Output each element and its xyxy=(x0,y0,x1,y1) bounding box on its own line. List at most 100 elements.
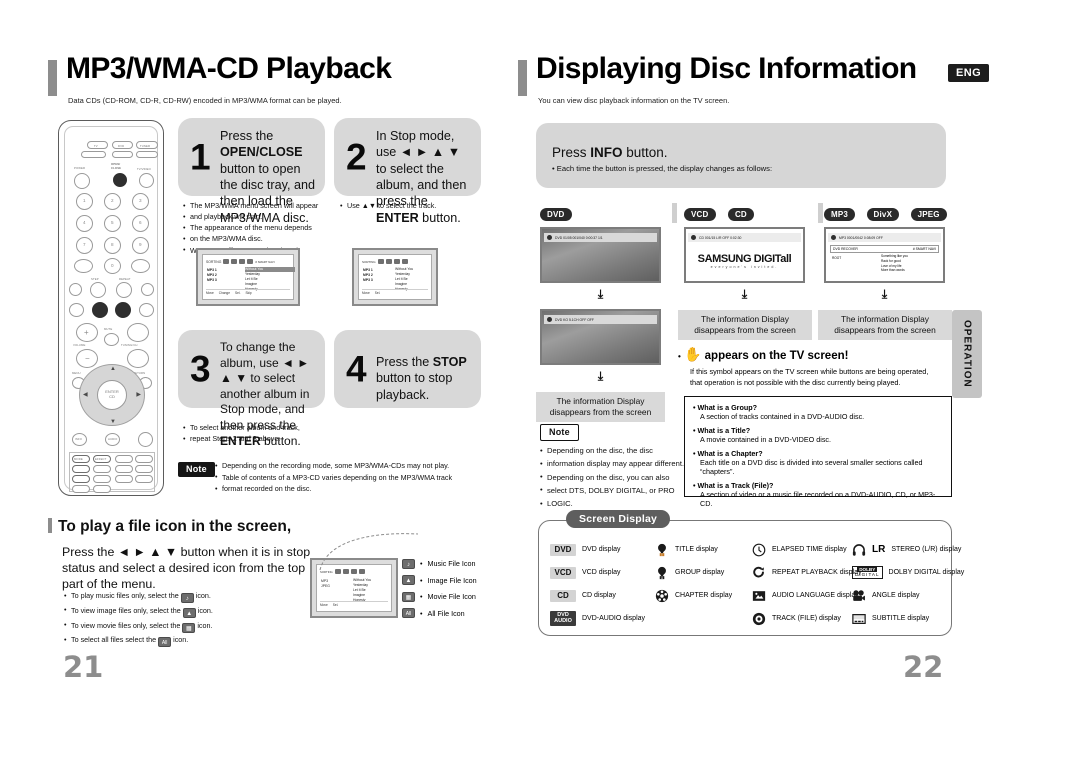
sd-label: REPEAT PLAYBACK display xyxy=(772,569,862,576)
remote-num-9: 9 xyxy=(139,242,142,247)
file-icon-bullets: To play music files only, select the ♪ i… xyxy=(64,589,314,648)
column-divider-2 xyxy=(818,203,823,223)
page-number-left: 21 xyxy=(63,650,104,684)
osd-dot-icon xyxy=(831,235,836,240)
list-item: Use ▲▼ to select the track. xyxy=(340,199,485,211)
step-4-text-b: button to stop playback. xyxy=(376,371,453,402)
step-4-number: 4 xyxy=(346,348,367,390)
title-icon: T xyxy=(655,543,669,557)
sd-row: REPEAT PLAYBACK display xyxy=(752,561,861,584)
remote-key-step xyxy=(90,282,106,298)
legend-label: Image File Icon xyxy=(427,575,477,585)
menu-sort-label-2: SORTING xyxy=(362,259,376,264)
remote-label-dvd: DVD xyxy=(118,143,125,148)
step-2-number: 2 xyxy=(346,136,367,178)
step-4-text-a: Press the xyxy=(376,355,433,369)
screen-display-column-2: T TITLE display G GROUP display CHAPTER … xyxy=(655,538,732,607)
osd-bar-dvd-2: DVD KO 5.1CH OFF OFF xyxy=(544,315,657,324)
remote-num-7: 7 xyxy=(83,242,86,247)
clock-icon xyxy=(752,543,766,557)
sd-label: STEREO (L/R) display xyxy=(891,546,962,553)
sd-row: ELAPSED TIME display xyxy=(752,538,861,561)
list-item-cont-text: on the MP3/WMA disc. xyxy=(190,234,263,244)
step-2-bullets: Use ▲▼ to select the track. xyxy=(340,199,485,211)
legend-row: ♪ • Music File Icon xyxy=(402,558,477,570)
list-item: To play music files only, select the ♪ i… xyxy=(64,589,314,604)
sd-row: CHAPTER display xyxy=(655,584,732,607)
remote-key-adjust xyxy=(93,475,111,483)
sd-row: DVD AUDIO DVD-AUDIO display xyxy=(550,607,645,630)
remote-key-test-tone xyxy=(135,455,153,463)
remote-button-power xyxy=(74,173,90,189)
qa-item: • What is a Chapter? Each title on a DVD… xyxy=(693,449,943,476)
list-item-cont: format recorded on the disc. xyxy=(215,483,515,495)
down-arrow-dvd-2: ⤓ xyxy=(597,369,604,383)
remote-key-logic xyxy=(115,465,133,473)
bullet-post: icon. xyxy=(173,635,189,645)
mp3-path-text: DVD RECOVER xyxy=(833,247,858,251)
list-item: The appearance of the menu depends xyxy=(183,222,333,233)
menu-footer-sel: Sel. xyxy=(374,291,381,295)
step-4-text-bold: STOP xyxy=(432,355,467,369)
dvd-tag-icon: DVD xyxy=(550,543,576,556)
step-3-number: 3 xyxy=(190,348,211,390)
step-4-text: Press the STOP button to stop playback. xyxy=(376,354,473,403)
bullet-post: icon. xyxy=(197,620,213,630)
symbol-note-heading-text: appears on the TV screen! xyxy=(704,350,849,362)
remote-num-6: 6 xyxy=(139,220,142,225)
hand-symbol-icon: ✋ xyxy=(684,346,702,362)
dolby-icon: DOLBY DIGITAL xyxy=(852,565,883,580)
tv-screenshot-mp3: MP3 0001/0042 0:08:09 OFF DVD RECOVER # … xyxy=(824,227,945,283)
remote-label-step: STEP xyxy=(91,277,99,281)
sd-row: ANGLE display xyxy=(852,584,964,607)
sd-label: GROUP display xyxy=(675,569,725,576)
press-info-box: Press INFO button. • Each time the butto… xyxy=(536,123,946,188)
disc-badge-divx: DivX xyxy=(866,208,900,221)
list-item-cont-text: select DTS, DOLBY DIGITAL, or PRO xyxy=(547,485,675,495)
sd-label: TITLE display xyxy=(675,546,718,553)
header-accent-bar xyxy=(48,60,57,96)
movie-file-icon: ▦ xyxy=(402,591,415,602)
list-item-cont: repeat Steps 2 and 3 above. xyxy=(183,433,333,444)
file-icon-legend: ♪ • Music File Icon ▲ • Image File Icon ▦ • Mo… xyxy=(402,558,477,624)
headphone-icon xyxy=(852,543,866,557)
caption-dvd-line-2: disappears from the screen xyxy=(549,407,652,417)
bullet-pre: To select all files select the xyxy=(71,635,157,645)
menu-footer-change: Change xyxy=(218,291,230,295)
qa-answer: A movie contained in a DVD-VIDEO disc. xyxy=(700,435,832,444)
sd-row: DOLBY DIGITAL DOLBY DIGITAL display xyxy=(852,561,964,584)
all-file-icon: All xyxy=(402,608,415,619)
sd-row: LR STEREO (L/R) display xyxy=(852,538,964,561)
remote-key-ff xyxy=(141,283,154,296)
screen-display-title: Screen Display xyxy=(566,510,671,528)
all-file-icon xyxy=(247,259,254,264)
remote-key-dimmer2 xyxy=(115,455,133,463)
menu-format-list: MP3 JPEG xyxy=(321,579,330,589)
mp3-path-bar: DVD RECOVER # SMART NAVI xyxy=(830,245,939,253)
osd-dot-icon xyxy=(547,317,552,322)
header-accent-bar xyxy=(518,60,527,96)
remote-key-downmix xyxy=(135,465,153,473)
sd-label: CD display xyxy=(582,592,616,599)
all-file-icon: All xyxy=(158,637,172,648)
remote-num-2: 2 xyxy=(111,198,114,203)
caption-dvd-line-1: The information Display xyxy=(556,395,645,406)
remote-key-repeat xyxy=(116,282,132,298)
menu-album-list-1: MP3 1 MP3 2 MP3 3 xyxy=(207,268,217,283)
remote-num-1: 1 xyxy=(83,198,86,203)
file-icon-section-heading: To play a file icon in the screen, xyxy=(58,518,292,535)
caption-mp3-line-1: The information Display xyxy=(841,313,929,324)
list-item-cont: select DTS, DOLBY DIGITAL, or PRO xyxy=(540,483,700,497)
disc-badge-mp3: MP3 xyxy=(824,208,856,221)
remote-num-8: 8 xyxy=(111,242,114,247)
vcd-tag-icon: VCD xyxy=(550,566,576,579)
osd-dot-icon xyxy=(547,235,552,240)
menu-footer-move: Move xyxy=(362,291,370,295)
legend-row: ▲ • Image File Icon xyxy=(402,575,477,587)
right-note-list: Depending on the disc, the disc informat… xyxy=(540,443,700,510)
press-info-bold: INFO xyxy=(590,145,623,160)
remote-key-digest xyxy=(135,475,153,483)
language-badge: ENG xyxy=(948,64,990,82)
qa-answer: Each title on a DVD disc is divided into… xyxy=(700,458,923,467)
remote-volume-minus: − xyxy=(85,354,90,363)
